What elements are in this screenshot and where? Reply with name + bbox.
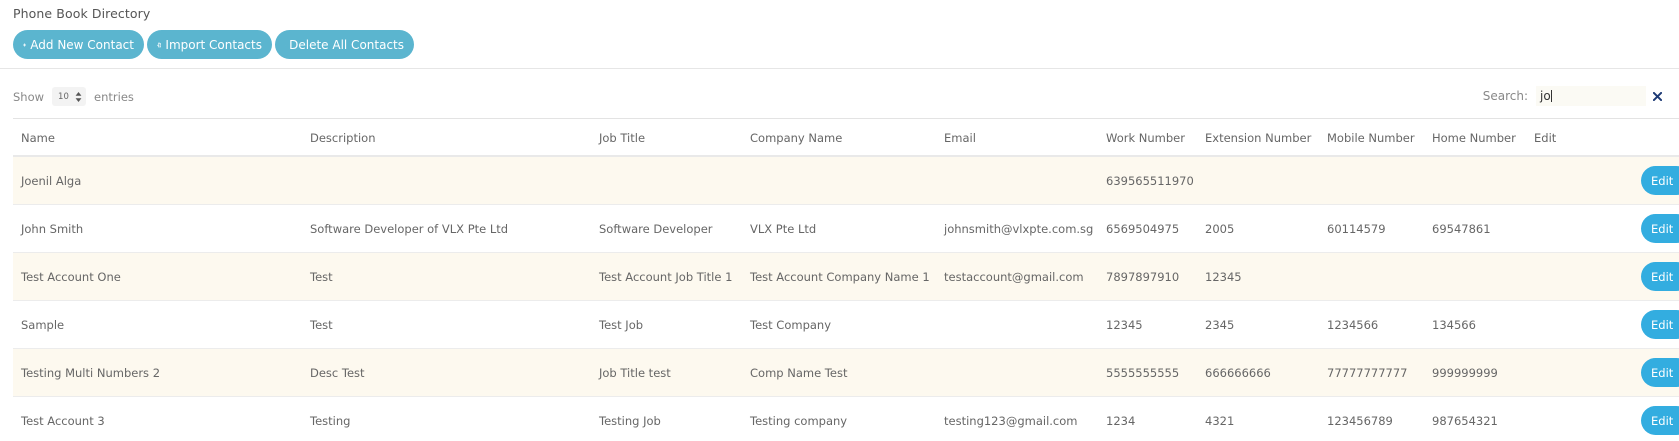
- column-header-extension[interactable]: Extension Number: [1205, 131, 1311, 145]
- text-caret: [1550, 90, 1552, 102]
- cell-work-number: 12345: [1106, 318, 1143, 332]
- cell-name: Testing Multi Numbers 2: [21, 366, 161, 380]
- table-body: Joenil Alga 639565511970 Edit John Smith Sof…: [13, 157, 1679, 441]
- edit-button[interactable]: Edit: [1641, 262, 1679, 291]
- entries-label: entries: [94, 89, 134, 104]
- cell-company: Test Company: [750, 318, 832, 332]
- header-divider: [0, 68, 1679, 69]
- cell-extension: 2345: [1205, 318, 1235, 332]
- cell-home: 999999999: [1432, 366, 1498, 380]
- cell-job-title: Test Account Job Title 1: [599, 270, 733, 284]
- column-header-mobile[interactable]: Mobile Number: [1327, 131, 1415, 145]
- import-contacts-button[interactable]: Import Contacts: [147, 30, 272, 59]
- table-row: Joenil Alga 639565511970 Edit: [13, 157, 1679, 205]
- entries-select[interactable]: 10: [52, 87, 87, 106]
- cell-email: johnsmith@vlxpte.com.sg: [944, 222, 1094, 236]
- table-row: Test Account One Test Test Account Job Tit…: [13, 253, 1679, 301]
- column-header-home[interactable]: Home Number: [1432, 131, 1516, 145]
- cell-work-number: 1234: [1106, 414, 1136, 428]
- cell-description: Software Developer of VLX Pte Ltd: [310, 222, 509, 236]
- cell-extension: 4321: [1205, 414, 1235, 428]
- cell-home: 987654321: [1432, 414, 1498, 428]
- cell-work-number: 5555555555: [1106, 366, 1180, 380]
- column-header-work-number[interactable]: Work Number: [1106, 131, 1185, 145]
- table-row: Testing Multi Numbers 2 Desc Test Job Titl…: [13, 349, 1679, 397]
- edit-button[interactable]: Edit: [1641, 406, 1679, 435]
- cell-job-title: Testing Job: [599, 414, 661, 428]
- column-header-edit: Edit: [1534, 131, 1557, 145]
- cell-name: Sample: [21, 318, 65, 332]
- edit-button[interactable]: Edit: [1641, 166, 1679, 195]
- cell-mobile: 1234566: [1327, 318, 1379, 332]
- page-title: Phone Book Directory: [13, 6, 151, 21]
- column-header-email[interactable]: Email: [944, 131, 976, 145]
- entries-select-value: 10: [58, 91, 69, 102]
- cell-job-title: Test Job: [599, 318, 644, 332]
- import-contacts-label: Import Contacts: [165, 37, 262, 52]
- cell-company: VLX Pte Ltd: [750, 222, 817, 236]
- cell-description: Testing: [310, 414, 351, 428]
- add-new-contact-label: Add New Contact: [30, 37, 134, 52]
- cell-job-title: Job Title test: [599, 366, 671, 380]
- cell-work-number: 7897897910: [1106, 270, 1180, 284]
- cell-company: Testing company: [750, 414, 848, 428]
- contacts-table: Name Description Job Title Company Name …: [13, 118, 1679, 441]
- table-row: John Smith Software Developer of VLX Pte …: [13, 205, 1679, 253]
- cell-email: testaccount@gmail.com: [944, 270, 1084, 284]
- delete-all-contacts-button[interactable]: Delete All Contacts: [275, 30, 414, 59]
- cell-name: Joenil Alga: [21, 174, 82, 188]
- search-label: Search:: [1482, 89, 1528, 103]
- column-header-name[interactable]: Name: [21, 131, 55, 145]
- cell-home: 134566: [1432, 318, 1476, 332]
- entries-length-control: Show 10 entries: [13, 87, 134, 106]
- clear-search-icon[interactable]: [1651, 90, 1663, 102]
- cell-job-title: Software Developer: [599, 222, 713, 236]
- cell-extension: 2005: [1205, 222, 1235, 236]
- cell-description: Test: [310, 318, 333, 332]
- cell-mobile: 123456789: [1327, 414, 1393, 428]
- column-header-company[interactable]: Company Name: [750, 131, 842, 145]
- cell-email: testing123@gmail.com: [944, 414, 1078, 428]
- edit-button[interactable]: Edit: [1641, 214, 1679, 243]
- edit-button[interactable]: Edit: [1641, 310, 1679, 339]
- cell-name: Test Account One: [21, 270, 121, 284]
- cell-mobile: 60114579: [1327, 222, 1386, 236]
- plus-icon: [23, 43, 27, 46]
- delete-all-contacts-label: Delete All Contacts: [289, 37, 404, 52]
- search-control: Search: jo: [1483, 86, 1663, 106]
- cell-company: Comp Name Test: [750, 366, 848, 380]
- action-toolbar: Add New Contact Import Contacts Delete A…: [13, 30, 414, 59]
- column-header-description[interactable]: Description: [310, 131, 376, 145]
- cell-work-number: 639565511970: [1106, 174, 1194, 188]
- table-row: Test Account 3 Testing Testing Job Testing …: [13, 397, 1679, 441]
- cell-mobile: 77777777777: [1327, 366, 1408, 380]
- cell-company: Test Account Company Name 1: [750, 270, 930, 284]
- table-header: Name Description Job Title Company Name …: [13, 119, 1679, 157]
- sort-arrows-icon: [75, 91, 82, 102]
- cell-extension: 12345: [1205, 270, 1242, 284]
- cell-description: Desc Test: [310, 366, 365, 380]
- table-row: Sample Test Test Job Test Company 12345 2345 1…: [13, 301, 1679, 349]
- search-input-value: jo: [1540, 89, 1551, 103]
- search-input[interactable]: jo: [1536, 86, 1646, 106]
- cell-home: 69547861: [1432, 222, 1491, 236]
- cell-name: Test Account 3: [21, 414, 105, 428]
- cell-name: John Smith: [21, 222, 84, 236]
- cell-extension: 666666666: [1205, 366, 1271, 380]
- edit-button[interactable]: Edit: [1641, 358, 1679, 387]
- cell-work-number: 6569504975: [1106, 222, 1180, 236]
- add-new-contact-button[interactable]: Add New Contact: [13, 30, 144, 59]
- cell-description: Test: [310, 270, 333, 284]
- column-header-job-title[interactable]: Job Title: [599, 131, 645, 145]
- show-label: Show: [13, 89, 45, 104]
- file-import-icon: [157, 42, 162, 47]
